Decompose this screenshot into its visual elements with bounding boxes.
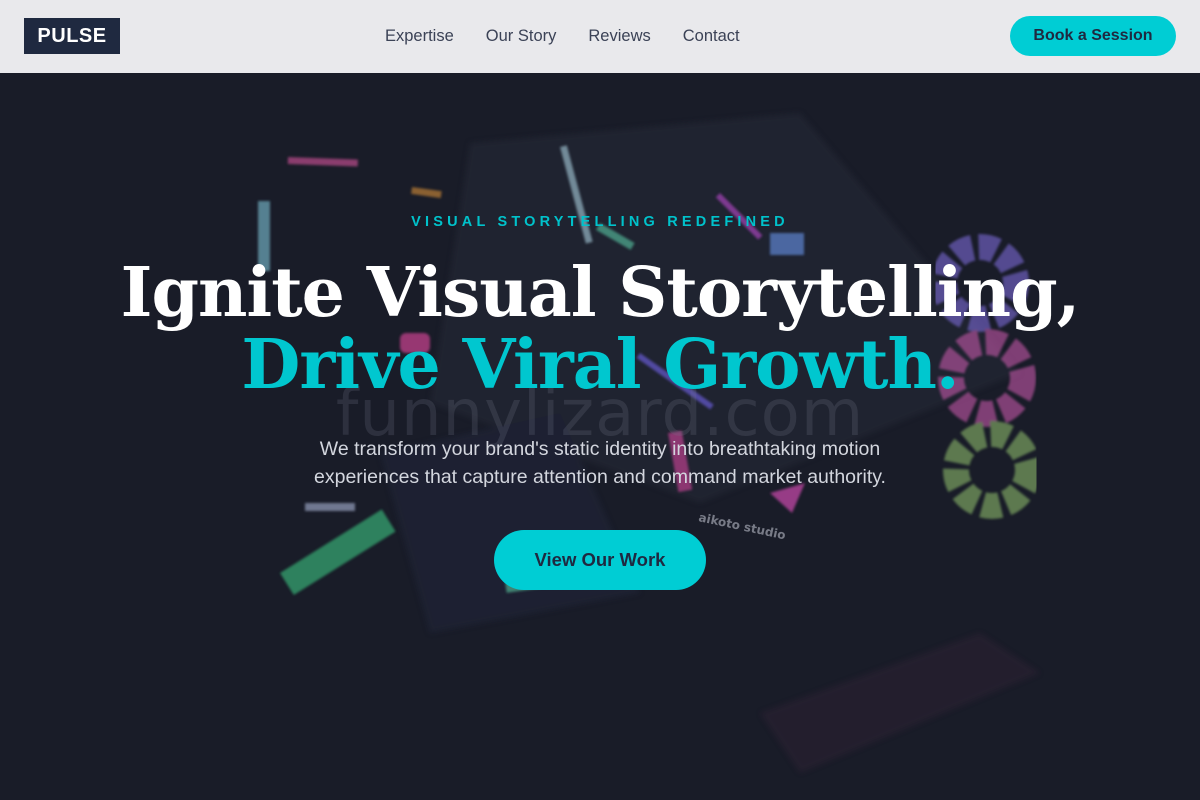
nav-link-our-story[interactable]: Our Story xyxy=(486,27,557,46)
nav-link-contact[interactable]: Contact xyxy=(683,27,740,46)
nav-link-reviews[interactable]: Reviews xyxy=(588,27,650,46)
svg-text:aikoto studio: aikoto studio xyxy=(697,510,787,542)
headline-line-1: Ignite Visual Storytelling, xyxy=(120,253,1081,333)
view-our-work-button[interactable]: View Our Work xyxy=(494,530,706,590)
headline-line-2: Drive Viral Growth. xyxy=(241,325,959,405)
main-nav: Expertise Our Story Reviews Contact xyxy=(385,0,740,73)
nav-link-expertise[interactable]: Expertise xyxy=(385,27,454,46)
hero-section: aikoto studio funnylizard.com VISUAL STO… xyxy=(0,73,1200,800)
studio-label-text: aikoto studio xyxy=(697,510,787,542)
hero-eyebrow: VISUAL STORYTELLING REDEFINED xyxy=(411,214,789,230)
book-session-button[interactable]: Book a Session xyxy=(1010,16,1176,56)
hero-subtitle: We transform your brand's static identit… xyxy=(314,438,886,488)
logo[interactable]: PULSE xyxy=(24,18,120,54)
hero-headline: Ignite Visual Storytelling, Drive Viral … xyxy=(0,257,1200,401)
site-header: PULSE Expertise Our Story Reviews Contac… xyxy=(0,0,1200,73)
